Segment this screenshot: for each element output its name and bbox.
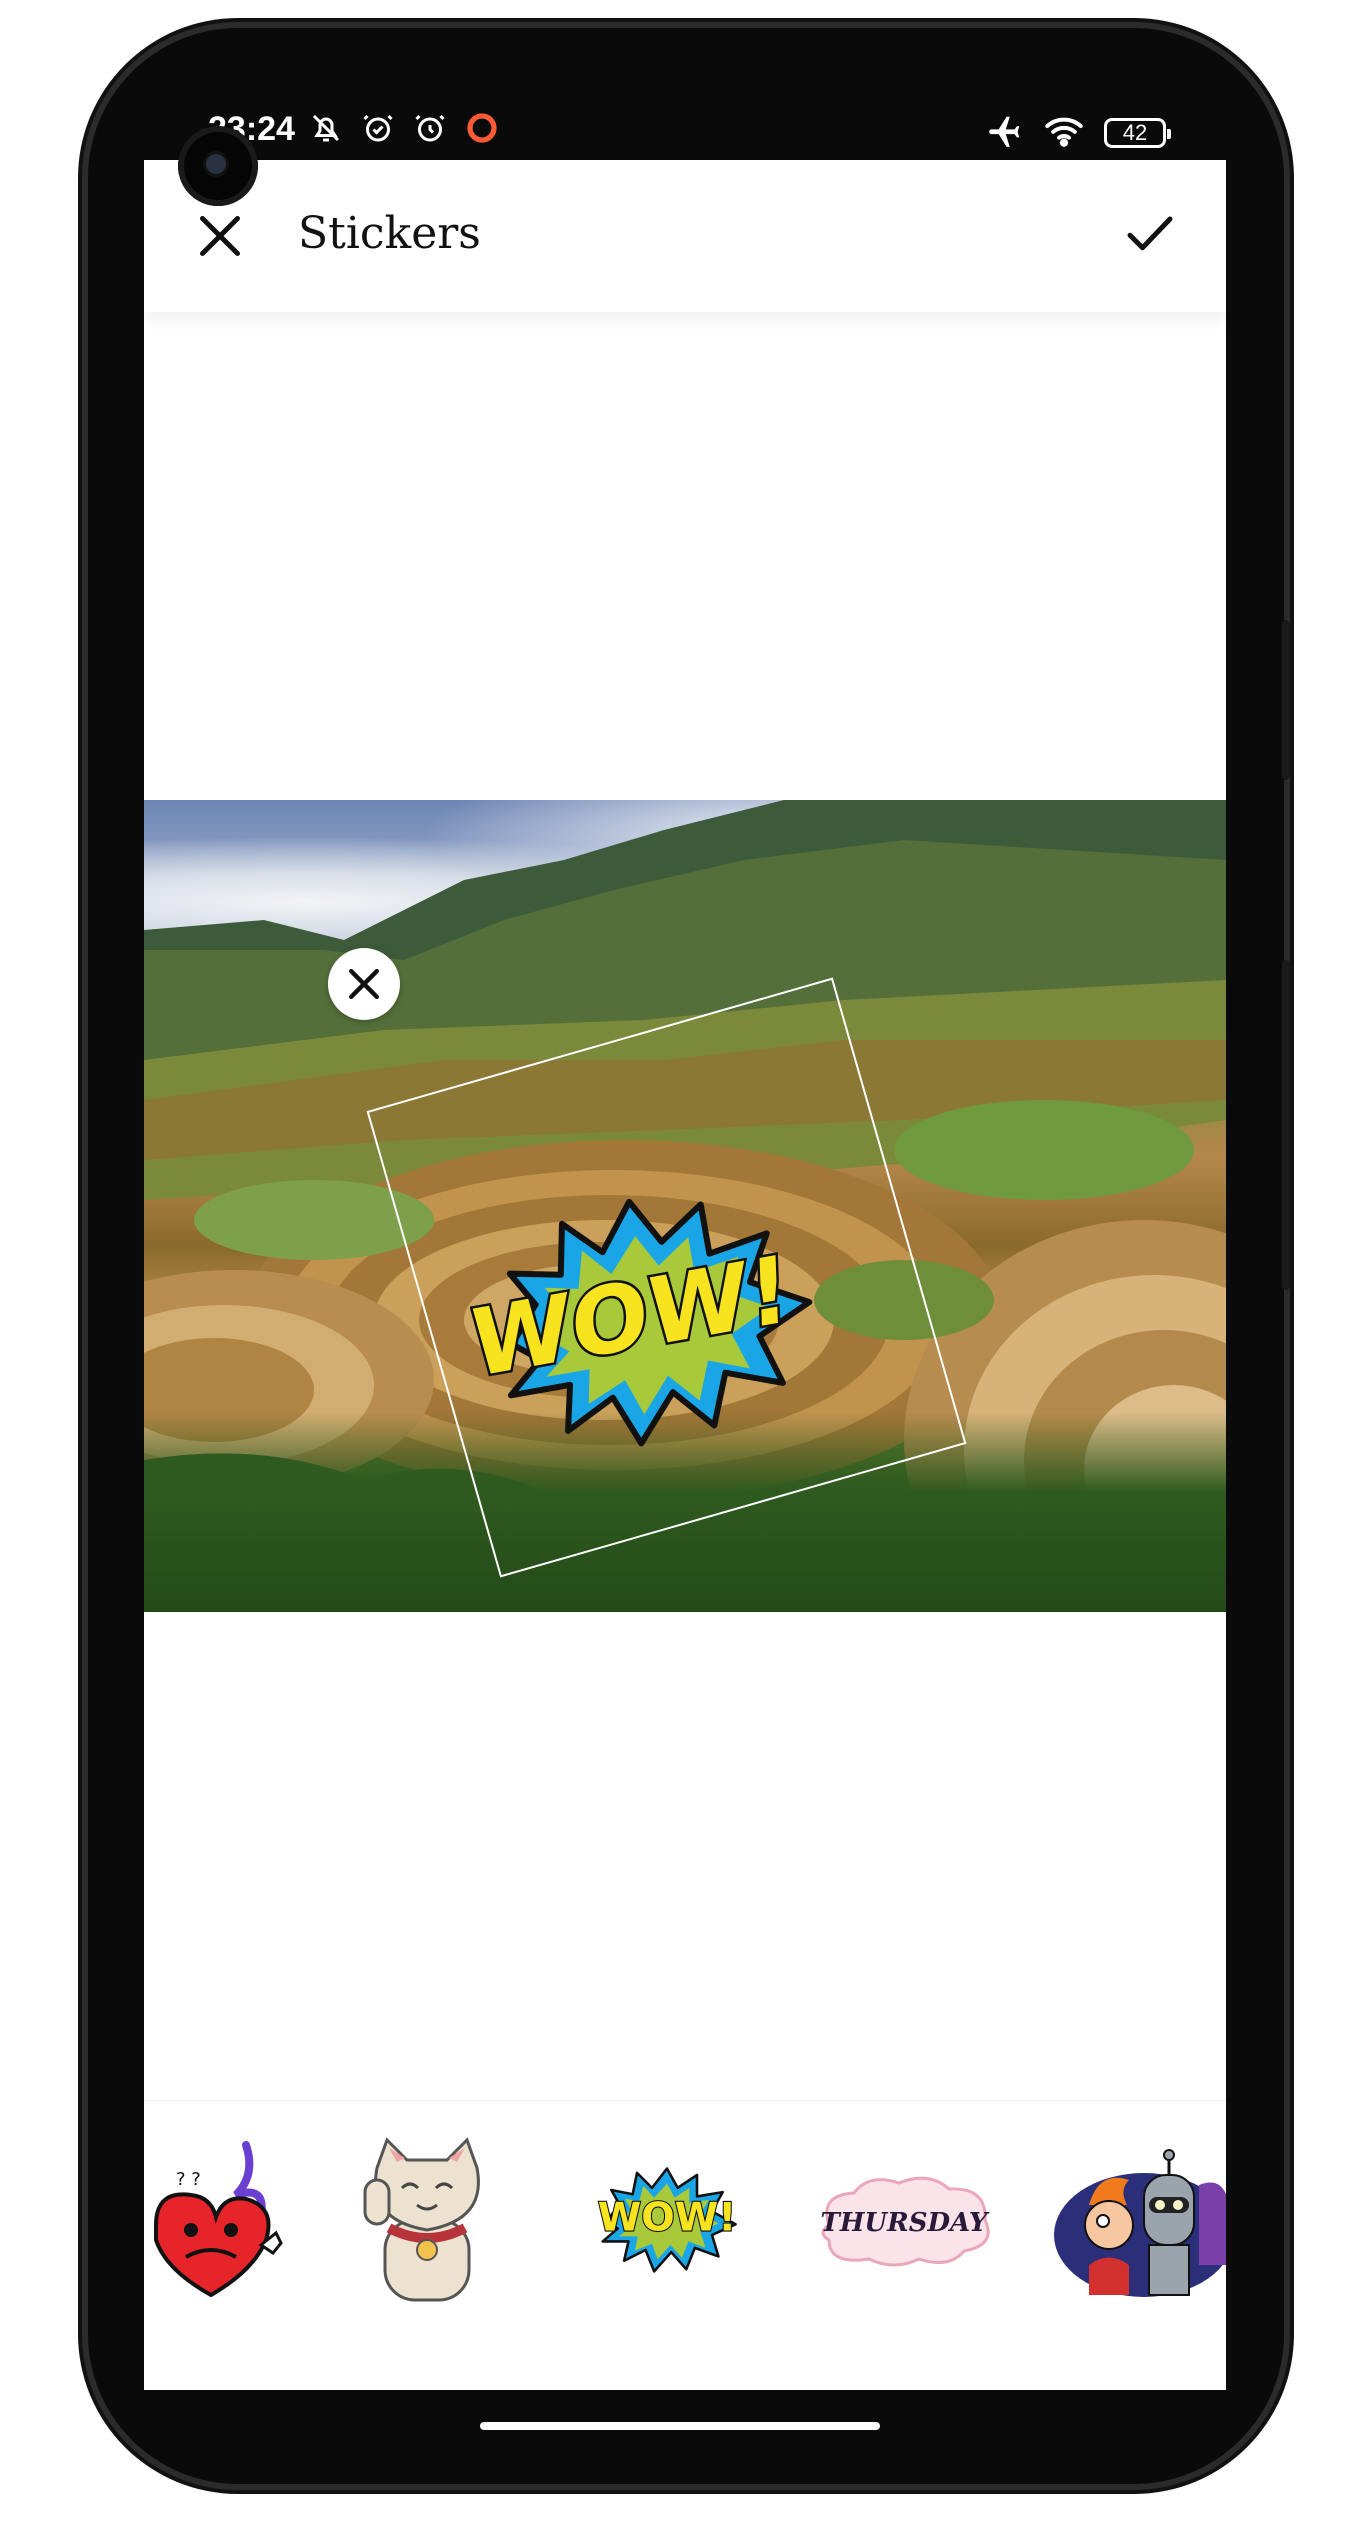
futurama-sticker-icon	[1054, 2149, 1226, 2297]
tray-item[interactable]	[1049, 2125, 1226, 2315]
home-indicator[interactable]	[480, 2422, 880, 2430]
wow-burst-icon: WOW!	[470, 1198, 813, 1447]
status-bar: 23:24 42	[200, 104, 1180, 160]
lucky-cat-sticker-icon	[363, 2137, 480, 2302]
status-icons-right: 42	[986, 112, 1171, 154]
app-screen: Stickers WOW! ? ? WOW! THURSDAY	[144, 160, 1226, 2390]
thursday-sticker-icon: THURSDAY	[821, 2176, 990, 2267]
front-camera	[178, 126, 258, 206]
status-icons-left	[308, 110, 500, 150]
record-icon	[464, 110, 500, 150]
close-icon	[200, 216, 240, 256]
check-icon	[1127, 216, 1173, 251]
heart-devil-sticker-icon: ? ?	[154, 2141, 283, 2298]
tray-item[interactable]: WOW!	[582, 2125, 752, 2315]
wifi-icon	[1044, 113, 1084, 153]
tray-item[interactable]: THURSDAY	[804, 2125, 1004, 2315]
close-button[interactable]	[190, 206, 250, 266]
sticker-tray: ? ? WOW! THURSDAY	[144, 2100, 1226, 2390]
thursday-sticker-text: THURSDAY	[821, 2208, 990, 2238]
tray-item[interactable]	[342, 2125, 512, 2315]
power-button	[1282, 620, 1290, 780]
bell-off-icon	[308, 110, 344, 150]
alarm-outline-icon	[412, 110, 448, 150]
volume-button	[1282, 960, 1290, 1290]
svg-text:? ?: ? ?	[176, 2169, 201, 2190]
delete-sticker-button[interactable]	[328, 948, 400, 1020]
wow-sticker-icon: WOW!	[597, 2167, 737, 2273]
tray-item[interactable]: ? ?	[144, 2125, 296, 2315]
airplane-icon	[986, 112, 1024, 154]
page-title: Stickers	[298, 208, 481, 259]
tray-wow-text: WOW!	[598, 2195, 736, 2241]
confirm-button[interactable]	[1120, 204, 1180, 264]
placed-wow-sticker[interactable]: WOW!	[470, 1180, 830, 1460]
close-icon	[348, 968, 380, 1000]
battery-level: 42	[1122, 120, 1148, 145]
battery-icon: 42	[1104, 118, 1171, 148]
app-header: Stickers	[144, 160, 1226, 312]
alarm-icon	[360, 110, 396, 150]
